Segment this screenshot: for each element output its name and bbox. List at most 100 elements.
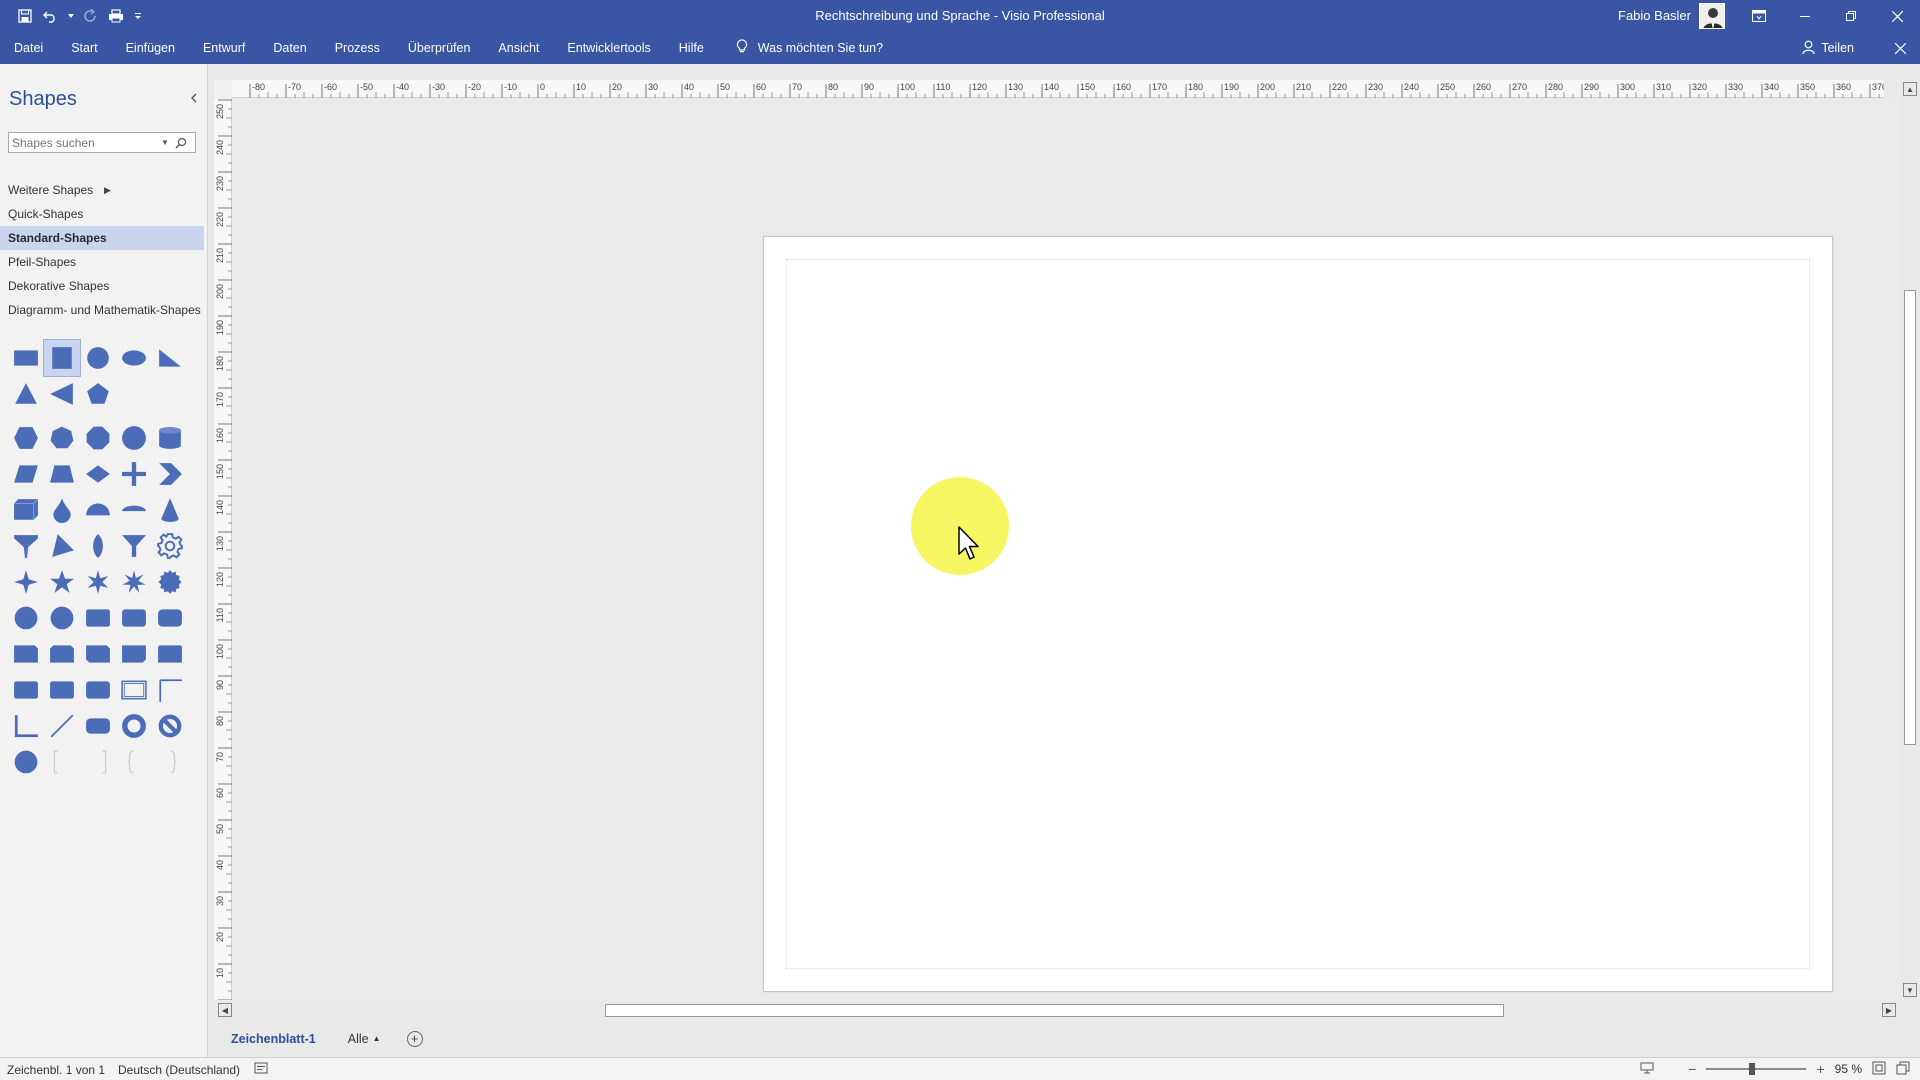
- scroll-down-icon[interactable]: ▼: [1903, 983, 1917, 997]
- pentagon-shape-icon[interactable]: [80, 376, 116, 412]
- tab-entwurf[interactable]: Entwurf: [189, 32, 259, 64]
- presentation-mode-icon[interactable]: [1640, 1062, 1654, 1077]
- scroll-up-icon[interactable]: ▲: [1903, 82, 1917, 96]
- zoom-level[interactable]: 95 %: [1835, 1062, 1862, 1076]
- rounded-rect-5-shape-icon[interactable]: [80, 708, 116, 744]
- stencil-pfeil-shapes[interactable]: Pfeil-Shapes: [0, 250, 208, 274]
- minimize-icon[interactable]: [1782, 0, 1828, 32]
- share-button[interactable]: Teilen: [1802, 32, 1854, 64]
- decagon-shape-icon[interactable]: [116, 420, 152, 456]
- stencil-standard-shapes[interactable]: Standard-Shapes: [0, 226, 204, 250]
- cross-shape-icon[interactable]: [116, 456, 152, 492]
- cone-shape-icon[interactable]: [152, 492, 188, 528]
- star-4-shape-icon[interactable]: [8, 564, 44, 600]
- tab-daten[interactable]: Daten: [259, 32, 320, 64]
- avatar[interactable]: [1699, 3, 1725, 29]
- down-funnel-shape-icon[interactable]: [8, 528, 44, 564]
- rounded-circle-shape-icon[interactable]: [8, 600, 44, 636]
- search-dropdown-icon[interactable]: ▼: [159, 138, 171, 147]
- stencil-quick-shapes[interactable]: Quick-Shapes: [0, 202, 208, 226]
- rounded-rect-4-shape-icon[interactable]: [80, 672, 116, 708]
- bracket-right-shape-icon[interactable]: [80, 744, 116, 780]
- drop-shape-icon[interactable]: [44, 492, 80, 528]
- snip-rect-4-shape-icon[interactable]: [116, 636, 152, 672]
- drawing-page[interactable]: [763, 236, 1833, 992]
- octagon-shape-icon[interactable]: [80, 420, 116, 456]
- tab-ueberpruefen[interactable]: Überprüfen: [394, 32, 485, 64]
- stencil-dekorative-shapes[interactable]: Dekorative Shapes: [0, 274, 208, 298]
- stencil-diagramm-mathematik-shapes[interactable]: Diagramm- und Mathematik-Shapes: [0, 298, 208, 322]
- rounded-rect-1-shape-icon[interactable]: [80, 600, 116, 636]
- moon-segment-shape-icon[interactable]: [116, 492, 152, 528]
- heptagon-shape-icon[interactable]: [44, 420, 80, 456]
- funnel-shape-icon[interactable]: [116, 528, 152, 564]
- bracket-left-shape-icon[interactable]: [44, 744, 80, 780]
- ribbon-display-options-icon[interactable]: [1736, 0, 1782, 32]
- search-icon[interactable]: [171, 133, 191, 152]
- star-5-shape-icon[interactable]: [44, 564, 80, 600]
- collapse-pane-icon[interactable]: [190, 90, 198, 106]
- tab-entwicklertools[interactable]: Entwicklertools: [553, 32, 664, 64]
- zoom-slider[interactable]: [1706, 1063, 1807, 1075]
- parallelogram-shape-icon[interactable]: [8, 456, 44, 492]
- star-6-shape-icon[interactable]: [80, 564, 116, 600]
- square-shape-icon[interactable]: [43, 339, 81, 377]
- horizontal-scrollbar[interactable]: ◀ ▶: [216, 1001, 1900, 1019]
- tab-einfuegen[interactable]: Einfügen: [112, 32, 189, 64]
- ellipse-shape-icon[interactable]: [116, 340, 152, 376]
- add-page-icon[interactable]: +: [406, 1030, 423, 1047]
- vertical-ruler[interactable]: 250 240 230 220 210 200 190 180 170 160 150 140 130 1…: [214, 98, 232, 1000]
- fit-page-icon[interactable]: [1872, 1061, 1886, 1078]
- seal-shape-icon[interactable]: [152, 564, 188, 600]
- brace-left-shape-icon[interactable]: [116, 744, 152, 780]
- zoom-slider-knob[interactable]: [1749, 1063, 1756, 1075]
- restore-icon[interactable]: [1828, 0, 1874, 32]
- switch-windows-icon[interactable]: [1896, 1061, 1910, 1078]
- pie-wedge-shape-icon[interactable]: [44, 528, 80, 564]
- star-7-shape-icon[interactable]: [116, 564, 152, 600]
- page-number-status[interactable]: Zeichenbl. 1 von 1: [7, 1063, 105, 1077]
- tab-datei[interactable]: Datei: [0, 32, 57, 64]
- zoom-out-icon[interactable]: −: [1688, 1061, 1696, 1077]
- vertical-scroll-thumb[interactable]: [1904, 290, 1916, 745]
- cube-shape-icon[interactable]: [8, 492, 44, 528]
- shapes-search-box[interactable]: ▼: [8, 132, 196, 153]
- frame-shape-icon[interactable]: [116, 672, 152, 708]
- vertical-scrollbar[interactable]: ▲ ▼: [1900, 80, 1920, 1000]
- shapes-search-input[interactable]: [9, 135, 159, 150]
- rounded-square-shape-icon[interactable]: [8, 672, 44, 708]
- brace-right-shape-icon[interactable]: [152, 744, 188, 780]
- lens-shape-icon[interactable]: [80, 528, 116, 564]
- donut-shape-icon[interactable]: [116, 708, 152, 744]
- gear-shape-icon[interactable]: [152, 528, 188, 564]
- trapezoid-shape-icon[interactable]: [44, 456, 80, 492]
- rounded-rect-3-shape-icon[interactable]: [152, 600, 188, 636]
- zoom-in-icon[interactable]: +: [1816, 1061, 1824, 1077]
- tab-hilfe[interactable]: Hilfe: [665, 32, 718, 64]
- snip-rect-3-shape-icon[interactable]: [80, 636, 116, 672]
- corner-shape-icon[interactable]: [152, 672, 188, 708]
- circle-2-shape-icon[interactable]: [8, 744, 44, 780]
- close-ribbon-icon[interactable]: [1895, 32, 1906, 64]
- rounded-square-2-shape-icon[interactable]: [44, 672, 80, 708]
- diagonal-line-shape-icon[interactable]: [44, 708, 80, 744]
- horizontal-scroll-thumb[interactable]: [605, 1004, 1504, 1017]
- half-circle-shape-icon[interactable]: [80, 492, 116, 528]
- tab-zeichenblatt-1[interactable]: Zeichenblatt-1: [231, 1032, 316, 1046]
- rectangle-shape-icon[interactable]: [8, 340, 44, 376]
- snip-rect-5-shape-icon[interactable]: [152, 636, 188, 672]
- close-window-icon[interactable]: [1874, 0, 1920, 32]
- tab-start[interactable]: Start: [57, 32, 111, 64]
- diamond-shape-icon[interactable]: [80, 456, 116, 492]
- language-status[interactable]: Deutsch (Deutschland): [118, 1063, 240, 1077]
- triangle-shape-icon[interactable]: [8, 376, 44, 412]
- circle-badge-shape-icon[interactable]: [44, 600, 80, 636]
- no-symbol-shape-icon[interactable]: [152, 708, 188, 744]
- tab-prozess[interactable]: Prozess: [321, 32, 394, 64]
- tab-ansicht[interactable]: Ansicht: [484, 32, 553, 64]
- snip-rect-1-shape-icon[interactable]: [8, 636, 44, 672]
- can-shape-icon[interactable]: [152, 420, 188, 456]
- user-name[interactable]: Fabio Basler: [1618, 8, 1691, 23]
- all-pages-button[interactable]: Alle ▲: [348, 1032, 381, 1046]
- chevron-shape-icon[interactable]: [152, 456, 188, 492]
